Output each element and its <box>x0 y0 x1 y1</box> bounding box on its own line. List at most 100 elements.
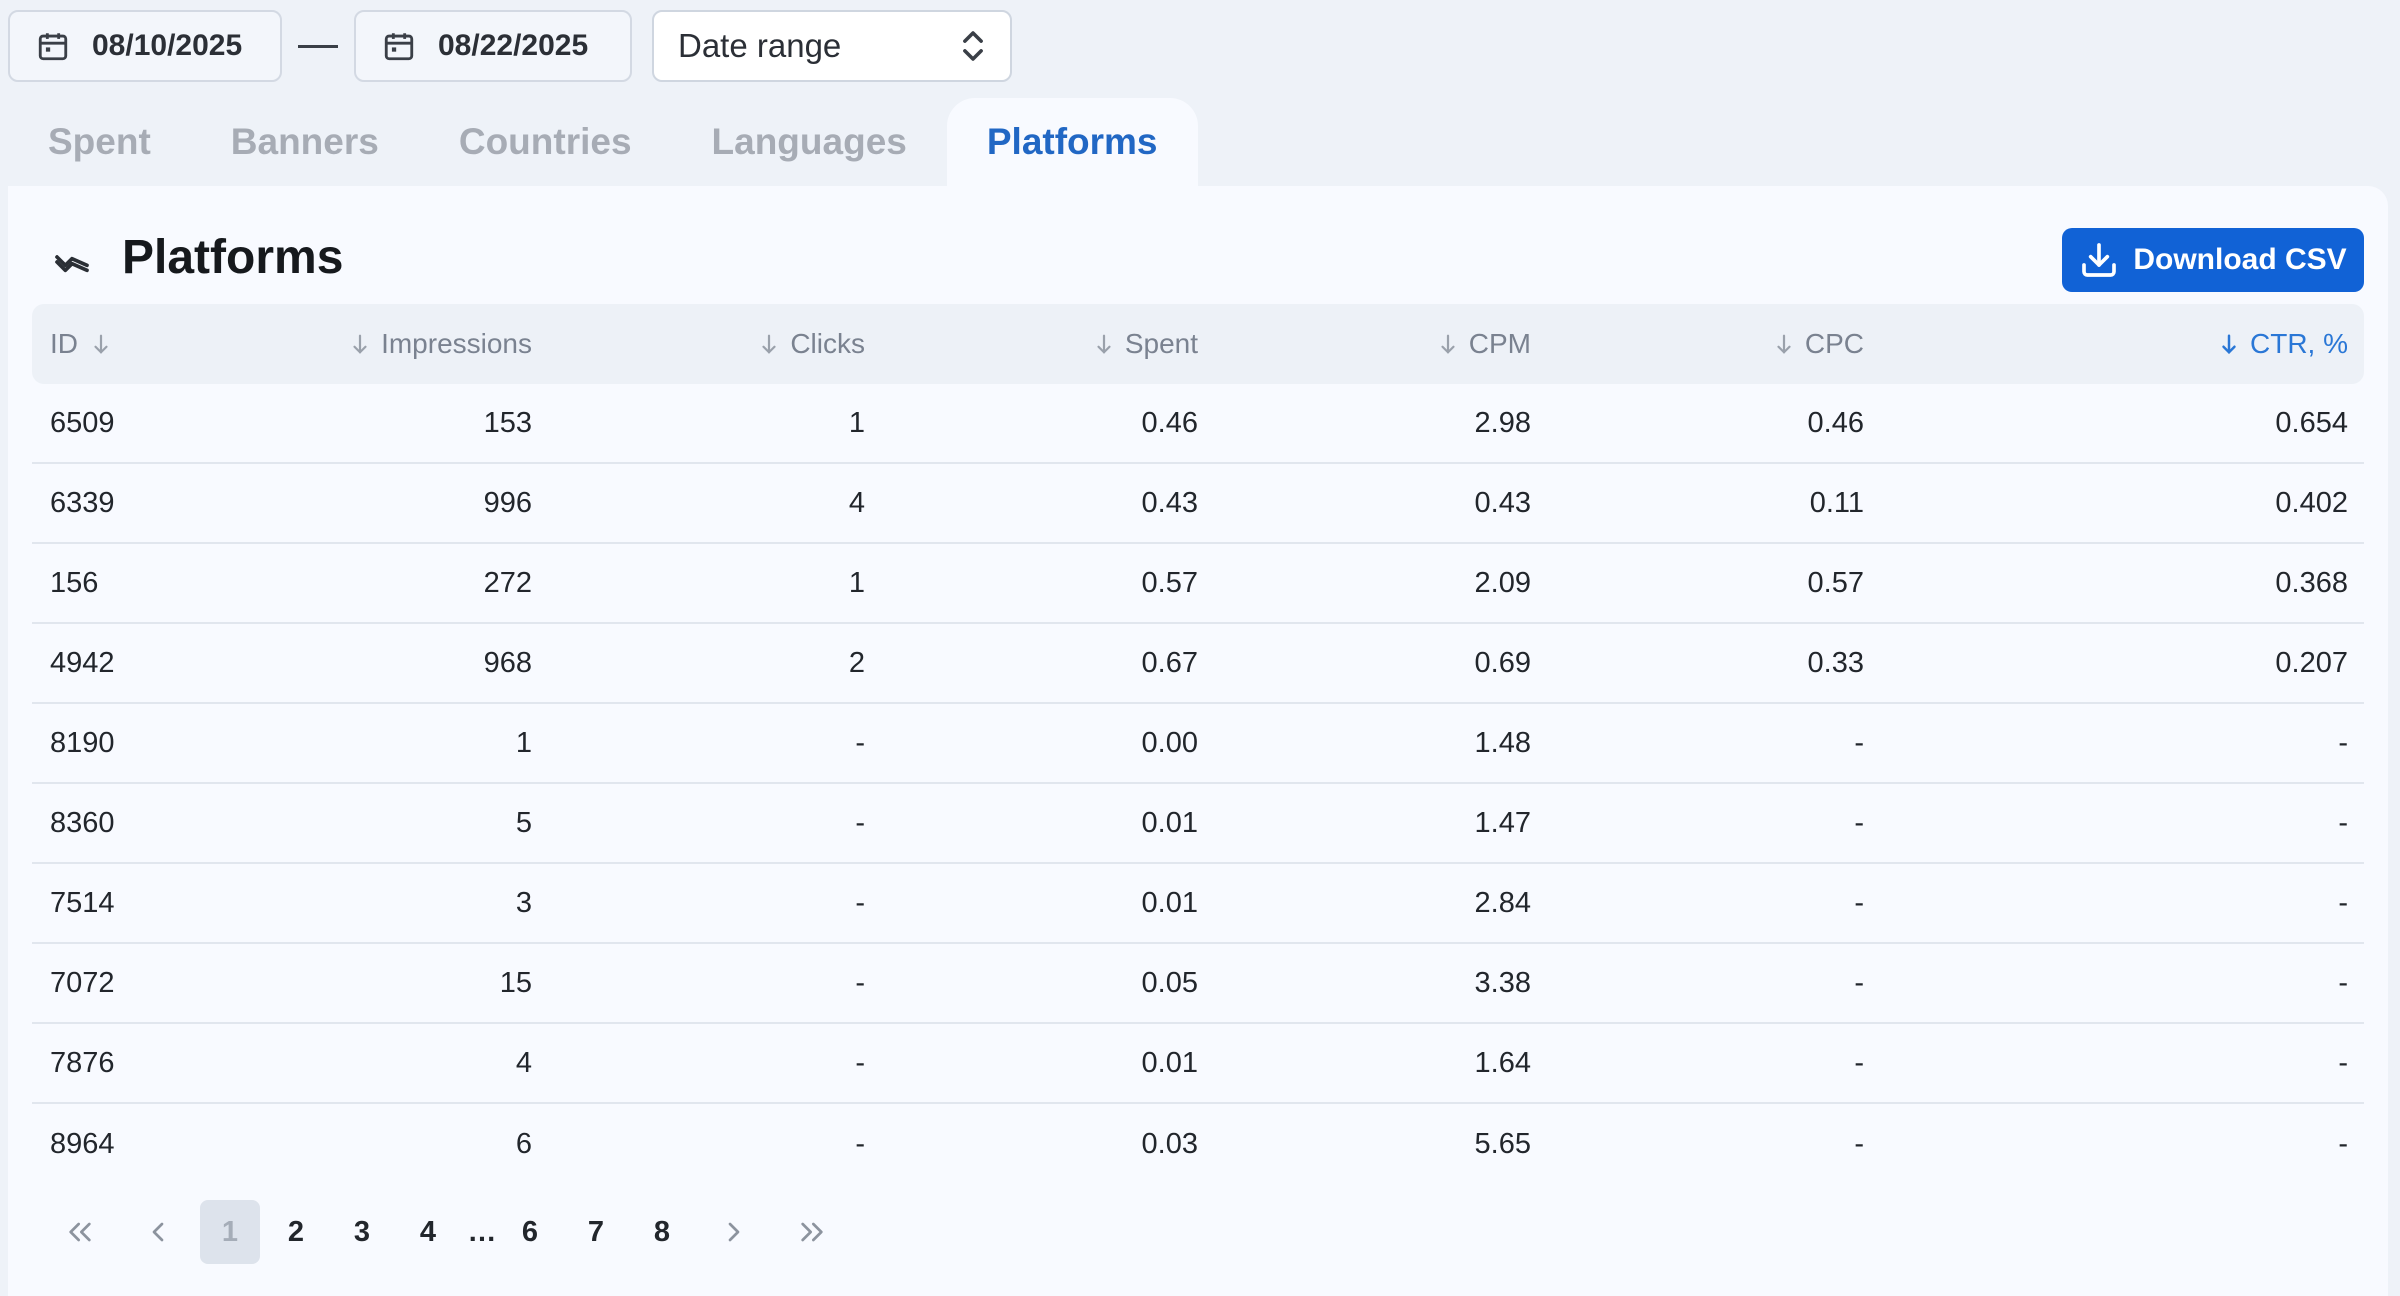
cell-spent: 0.57 <box>1141 566 1198 599</box>
cell-cpm: 2.09 <box>1474 566 1531 599</box>
cell-clicks: - <box>855 806 865 839</box>
cell-cpm: 5.65 <box>1474 1127 1531 1160</box>
next-page-button[interactable] <box>698 1200 770 1264</box>
cell-impressions: 15 <box>499 966 532 999</box>
page-button-3[interactable]: 3 <box>332 1200 392 1264</box>
cell-cpm: 1.48 <box>1474 726 1531 759</box>
cell-spent: 0.01 <box>1141 1046 1198 1079</box>
trend-icon <box>55 255 89 273</box>
cell-cpc: 0.11 <box>1809 486 1864 519</box>
tab-banners[interactable]: Banners <box>191 98 419 186</box>
cell-cpm: 1.47 <box>1474 806 1531 839</box>
cell-impressions: 3 <box>515 886 532 919</box>
cell-spent: 0.01 <box>1141 886 1198 919</box>
cell-ctr: - <box>2338 886 2348 919</box>
download-csv-label: Download CSV <box>2133 243 2347 276</box>
date-range-controls: 08/10/2025 08/22/2025 Date range <box>8 10 1012 82</box>
column-header-impressions[interactable]: Impressions <box>202 328 532 360</box>
page-button-2[interactable]: 2 <box>266 1200 326 1264</box>
table-row: 7876 4 - 0.01 1.64 - - <box>32 1024 2364 1104</box>
date-range-select[interactable]: Date range <box>652 10 1012 82</box>
column-header-cpm[interactable]: CPM <box>1198 328 1531 360</box>
cell-id: 156 <box>50 566 99 599</box>
cell-impressions: 5 <box>515 806 532 839</box>
cell-spent: 0.01 <box>1141 806 1198 839</box>
cell-ctr: 0.402 <box>2275 486 2348 519</box>
page-button-6[interactable]: 6 <box>500 1200 560 1264</box>
table-row: 4942 968 2 0.67 0.69 0.33 0.207 <box>32 624 2364 704</box>
tab-languages[interactable]: Languages <box>672 98 947 186</box>
cell-cpm: 2.84 <box>1474 886 1531 919</box>
cell-impressions: 996 <box>483 486 532 519</box>
page-button-7[interactable]: 7 <box>566 1200 626 1264</box>
cell-cpm: 1.64 <box>1474 1046 1531 1079</box>
sort-arrow-icon <box>2222 334 2236 355</box>
end-date-label: 08/22/2025 <box>438 29 589 62</box>
cell-cpm: 2.98 <box>1474 406 1531 439</box>
tab-countries[interactable]: Countries <box>419 98 672 186</box>
date-range-select-value: Date range <box>678 27 842 64</box>
cell-impressions: 6 <box>515 1127 532 1160</box>
pagination: 1 2 3 4 … 6 7 8 <box>44 1200 854 1264</box>
cell-id: 6509 <box>50 406 115 439</box>
cell-clicks: - <box>855 966 865 999</box>
cell-clicks: 1 <box>848 566 865 599</box>
cell-cpc: - <box>1854 1046 1864 1079</box>
cell-ctr: - <box>2338 1046 2348 1079</box>
download-csv-button[interactable]: Download CSV <box>2062 228 2364 292</box>
cell-cpc: 0.33 <box>1807 646 1864 679</box>
tab-platforms[interactable]: Platforms <box>946 98 1198 186</box>
cell-id: 6339 <box>50 486 115 519</box>
column-header-cpc[interactable]: CPC <box>1531 328 1864 360</box>
sort-arrow-icon <box>762 334 776 354</box>
sort-arrow-icon <box>94 334 108 354</box>
cell-id: 8964 <box>50 1127 115 1160</box>
calendar-icon <box>384 33 414 61</box>
cell-cpc: - <box>1854 1127 1864 1160</box>
page-button-8[interactable]: 8 <box>632 1200 692 1264</box>
platforms-table: ID Impressions Clicks Spent CPM CPC CTR,… <box>32 304 2364 1184</box>
cell-id: 8190 <box>50 726 115 759</box>
cell-impressions: 968 <box>483 646 532 679</box>
page-button-1[interactable]: 1 <box>200 1200 260 1264</box>
cell-ctr: - <box>2338 1127 2348 1160</box>
cell-impressions: 1 <box>515 726 532 759</box>
cell-spent: 0.43 <box>1141 486 1198 519</box>
cell-id: 7072 <box>50 966 115 999</box>
column-header-ctr[interactable]: CTR, % <box>1864 328 2364 360</box>
column-header-label: ID <box>50 328 78 359</box>
cell-cpm: 0.43 <box>1474 486 1531 519</box>
tab-spent[interactable]: Spent <box>8 98 191 186</box>
chevron-up-down-icon <box>963 31 983 61</box>
start-date-label: 08/10/2025 <box>92 29 243 62</box>
start-date-button[interactable]: 08/10/2025 <box>8 10 282 82</box>
first-page-button[interactable] <box>44 1200 116 1264</box>
end-date-button[interactable]: 08/22/2025 <box>354 10 632 82</box>
date-separator <box>298 44 338 48</box>
cell-id: 4942 <box>50 646 115 679</box>
chevron-left-icon <box>152 1222 164 1242</box>
cell-id: 7876 <box>50 1046 115 1079</box>
cell-impressions: 4 <box>515 1046 532 1079</box>
cell-cpc: - <box>1854 886 1864 919</box>
cell-spent: 0.05 <box>1141 966 1198 999</box>
column-header-clicks[interactable]: Clicks <box>532 328 865 360</box>
last-page-button[interactable] <box>776 1200 848 1264</box>
cell-impressions: 272 <box>483 566 532 599</box>
table-row: 6339 996 4 0.43 0.43 0.11 0.402 <box>32 464 2364 544</box>
column-header-label: Impressions <box>381 328 532 359</box>
tab-bar: Spent Banners Countries Languages Platfo… <box>8 98 1198 186</box>
cell-cpc: - <box>1854 966 1864 999</box>
column-header-spent[interactable]: Spent <box>865 328 1198 360</box>
table-row: 156 272 1 0.57 2.09 0.57 0.368 <box>32 544 2364 624</box>
cell-spent: 0.46 <box>1141 406 1198 439</box>
column-header-id[interactable]: ID <box>32 328 202 360</box>
cell-cpc: 0.57 <box>1807 566 1864 599</box>
chevron-right-icon <box>728 1222 740 1242</box>
download-icon <box>2082 243 2117 277</box>
page-button-4[interactable]: 4 <box>398 1200 458 1264</box>
column-header-label: Spent <box>1124 328 1198 359</box>
previous-page-button[interactable] <box>122 1200 194 1264</box>
table-row: 8360 5 - 0.01 1.47 - - <box>32 784 2364 864</box>
sort-arrow-icon <box>1097 334 1111 354</box>
